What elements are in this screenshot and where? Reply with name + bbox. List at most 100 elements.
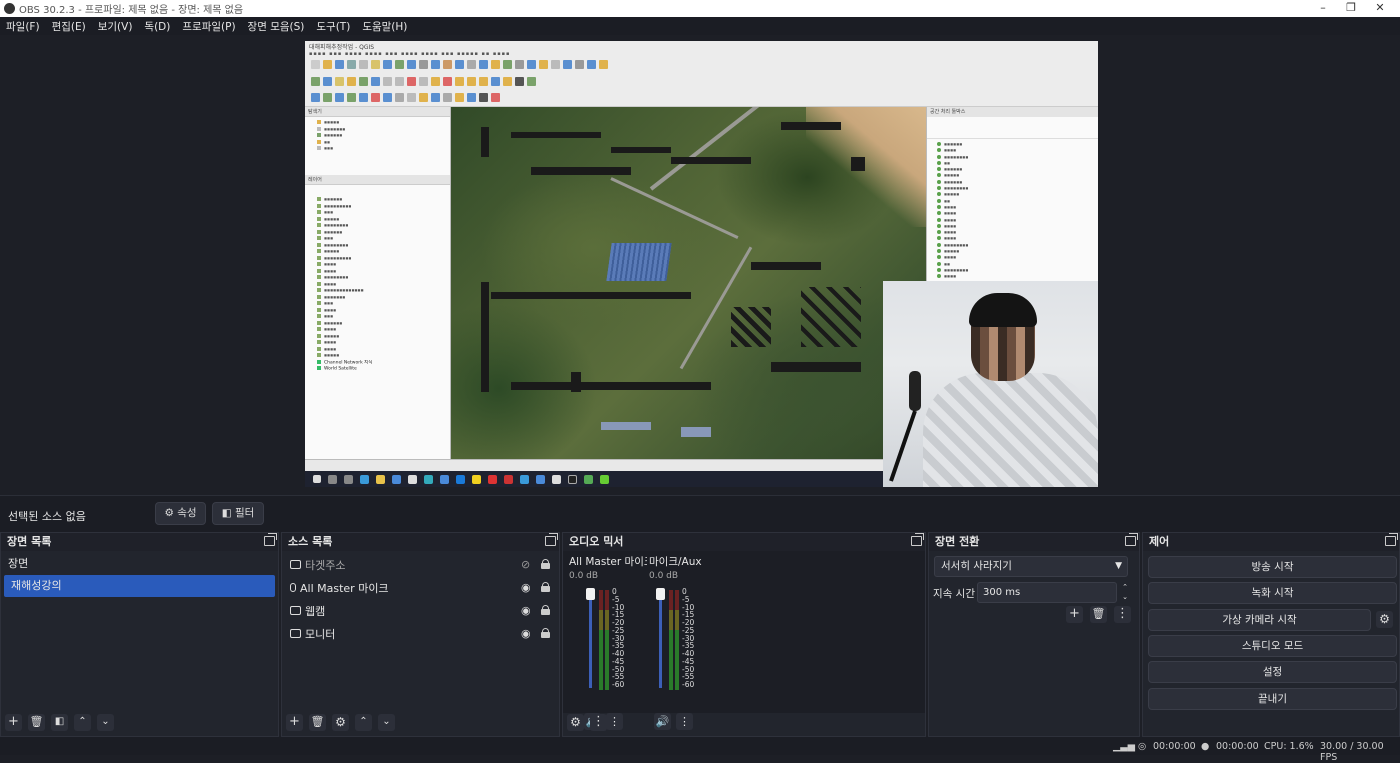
channel-name: All Master 마이크 <box>569 556 647 568</box>
status-bar: ▁▃▅ ◎ 00:00:00 ● 00:00:00 CPU: 1.6% 30.0… <box>0 737 1400 763</box>
duration-spinner[interactable]: ⌃ ⌄ <box>1119 582 1131 603</box>
channel-db: 0.0 dB <box>649 571 679 581</box>
volume-slider[interactable] <box>586 588 595 688</box>
transitions-title: 장면 전환 <box>929 533 1139 551</box>
move-scene-down-icon[interactable]: ⌄ <box>97 713 114 731</box>
remove-source-trash-icon[interactable]: 🗑 <box>309 713 326 731</box>
add-scene-button[interactable]: + <box>5 713 22 731</box>
remove-scene-trash-icon[interactable]: 🗑 <box>28 713 45 731</box>
chevron-down-icon: ▼ <box>1115 561 1122 571</box>
volume-slider[interactable] <box>656 588 665 688</box>
duration-label: 지속 시간 <box>933 588 975 600</box>
undock-icon[interactable] <box>545 533 558 546</box>
undock-icon[interactable] <box>1125 533 1138 546</box>
source-item[interactable]: 모니터 ◉ <box>282 622 559 645</box>
scene-item-selected[interactable]: 재해성강의 <box>4 575 275 597</box>
close-icon[interactable]: ✕ <box>1367 0 1393 17</box>
menu-view[interactable]: 보기(V) <box>92 19 139 34</box>
qgis-left-panels: 탐색기 ▪▪▪▪▪ ▪▪▪▪▪▪▪ ▪▪▪▪▪▪ ▪▪ ▪▪▪ 레이어 ▪▪▪▪… <box>305 107 451 461</box>
visibility-eye-icon[interactable]: ◉ <box>521 582 532 593</box>
channel-menu-icon[interactable]: ⋮ <box>676 713 693 730</box>
menu-edit[interactable]: 편집(E) <box>46 19 92 34</box>
menu-scene-collection[interactable]: 장면 모음(S) <box>242 19 311 34</box>
properties-button[interactable]: ⚙ 속성 <box>155 502 206 525</box>
layers-panel-header: 레이어 <box>305 175 450 185</box>
chevron-down-icon: ⌄ <box>1122 593 1128 601</box>
transition-buttons: + 🗑 ⋮ <box>1066 606 1131 623</box>
meter-ticks: 0 -5 -10 -15 -20 -25 -30 -35 -40 -45 -50 -55 -60 <box>612 587 625 689</box>
webcam-overlay <box>883 281 1098 487</box>
transition-menu-icon[interactable]: ⋮ <box>1114 606 1131 623</box>
transition-select[interactable]: 서서히 사라지기 ▼ <box>934 556 1128 577</box>
duration-input[interactable]: 300 ms <box>977 582 1117 603</box>
cpu-usage: CPU: 1.6% <box>1264 741 1314 752</box>
menu-profile[interactable]: 프로파일(P) <box>176 19 241 34</box>
undock-icon[interactable] <box>264 533 277 546</box>
satellite-map <box>451 107 926 459</box>
no-source-selected-label: 선택된 소스 없음 <box>8 510 86 523</box>
remove-transition-trash-icon[interactable]: 🗑 <box>1090 606 1107 623</box>
restore-icon[interactable]: ❐ <box>1338 0 1364 17</box>
move-source-down-icon[interactable]: ⌄ <box>378 713 395 731</box>
visibility-eye-icon[interactable]: ◉ <box>521 605 532 616</box>
qgis-menu: ▪▪▪▪ ▪▪▪ ▪▪▪▪ ▪▪▪▪ ▪▪▪ ▪▪▪▪ ▪▪▪▪ ▪▪▪ ▪▪▪… <box>309 51 511 57</box>
menu-file[interactable]: 파일(F) <box>0 19 46 34</box>
source-item[interactable]: 타겟주소 ⊘ <box>282 553 559 576</box>
mixer-channel-1: All Master 마이크 0.0 dB 0 -5 -10 -15 -20 -25 -30… <box>569 554 647 730</box>
menu-tools[interactable]: 도구(T) <box>310 19 356 34</box>
source-item[interactable]: All Master 마이크 ◉ <box>282 576 559 599</box>
scene-filters-icon[interactable]: ◧ <box>51 713 68 731</box>
controls-title: 제어 <box>1143 533 1399 551</box>
lock-icon[interactable] <box>541 559 550 569</box>
start-recording-button[interactable]: 녹화 시작 <box>1148 582 1397 604</box>
undock-icon[interactable] <box>1385 533 1398 546</box>
undock-icon[interactable] <box>911 533 924 546</box>
meter-ticks: 0 -5 -10 -15 -20 -25 -30 -35 -40 -45 -50 -55 -60 <box>682 587 695 689</box>
menu-docks[interactable]: 독(D) <box>138 19 176 34</box>
start-virtual-camera-button[interactable]: 가상 카메라 시작 <box>1148 609 1371 631</box>
add-transition-button[interactable]: + <box>1066 606 1083 623</box>
visibility-eye-icon[interactable]: ◉ <box>521 628 532 639</box>
stream-time: 00:00:00 <box>1153 741 1196 752</box>
settings-button[interactable]: 설정 <box>1148 661 1397 683</box>
record-status-icon: ● <box>1201 741 1210 752</box>
minimize-icon[interactable]: – <box>1310 0 1336 17</box>
mixer-menu-icon[interactable]: ⋮ <box>590 713 607 731</box>
start-streaming-button[interactable]: 방송 시작 <box>1148 556 1397 578</box>
sources-toolbar: + 🗑 ⚙ ⌃ ⌄ <box>282 711 395 733</box>
filters-button[interactable]: ◧ 필터 <box>212 502 264 525</box>
lock-icon[interactable] <box>541 605 550 615</box>
studio-mode-button[interactable]: 스튜디오 모드 <box>1148 635 1397 657</box>
menu-help[interactable]: 도움말(H) <box>356 19 413 34</box>
toolbox-search <box>927 117 1098 139</box>
browser-panel-header: 탐색기 <box>305 107 450 117</box>
image-icon <box>290 560 301 569</box>
scene-item[interactable]: 장면 <box>1 553 278 575</box>
exit-button[interactable]: 끝내기 <box>1148 688 1397 710</box>
stream-status-icon: ◎ <box>1138 741 1147 752</box>
lock-icon[interactable] <box>541 582 550 592</box>
advanced-audio-gear-icon[interactable]: ⚙ <box>567 713 584 731</box>
preview-area[interactable]: 대해피해추정작업 - QGIS ▪▪▪▪ ▪▪▪ ▪▪▪▪ ▪▪▪▪ ▪▪▪ ▪… <box>0 35 1400 495</box>
move-scene-up-icon[interactable]: ⌃ <box>74 713 91 731</box>
virtual-camera-settings-gear-icon[interactable]: ⚙ <box>1376 611 1393 628</box>
lock-icon[interactable] <box>541 628 550 638</box>
menu-bar: 파일(F) 편집(E) 보기(V) 독(D) 프로파일(P) 장면 모음(S) … <box>0 17 1400 35</box>
map-greenhouses <box>606 243 672 281</box>
qgis-toolbar-3 <box>311 93 500 105</box>
move-source-up-icon[interactable]: ⌃ <box>355 713 372 731</box>
audio-mixer-dock: 오디오 믹서 All Master 마이크 0.0 dB 0 -5 -10 -15 -2… <box>562 532 926 737</box>
speaker-mute-icon[interactable]: 🔊 <box>654 713 671 730</box>
preview-canvas[interactable]: 대해피해추정작업 - QGIS ▪▪▪▪ ▪▪▪ ▪▪▪▪ ▪▪▪▪ ▪▪▪ ▪… <box>305 41 1098 487</box>
obs-logo-icon <box>4 3 15 14</box>
source-properties-gear-icon[interactable]: ⚙ <box>332 713 349 731</box>
controls-dock: 제어 방송 시작 녹화 시작 가상 카메라 시작 ⚙ 스튜디오 모드 설정 끝내… <box>1142 532 1400 737</box>
visibility-hidden-icon[interactable]: ⊘ <box>521 559 532 570</box>
scenes-dock: 장면 목록 장면 재해성강의 + 🗑 ◧ ⌃ ⌄ <box>0 532 279 737</box>
mixer-toolbar: ⚙ ⋮ <box>563 711 607 733</box>
channel-menu-icon[interactable]: ⋮ <box>606 713 623 730</box>
add-source-button[interactable]: + <box>286 713 303 731</box>
audio-mixer-title: 오디오 믹서 <box>563 533 925 551</box>
sources-dock-title: 소스 목록 <box>282 533 559 551</box>
source-item[interactable]: 웹캠 ◉ <box>282 599 559 622</box>
